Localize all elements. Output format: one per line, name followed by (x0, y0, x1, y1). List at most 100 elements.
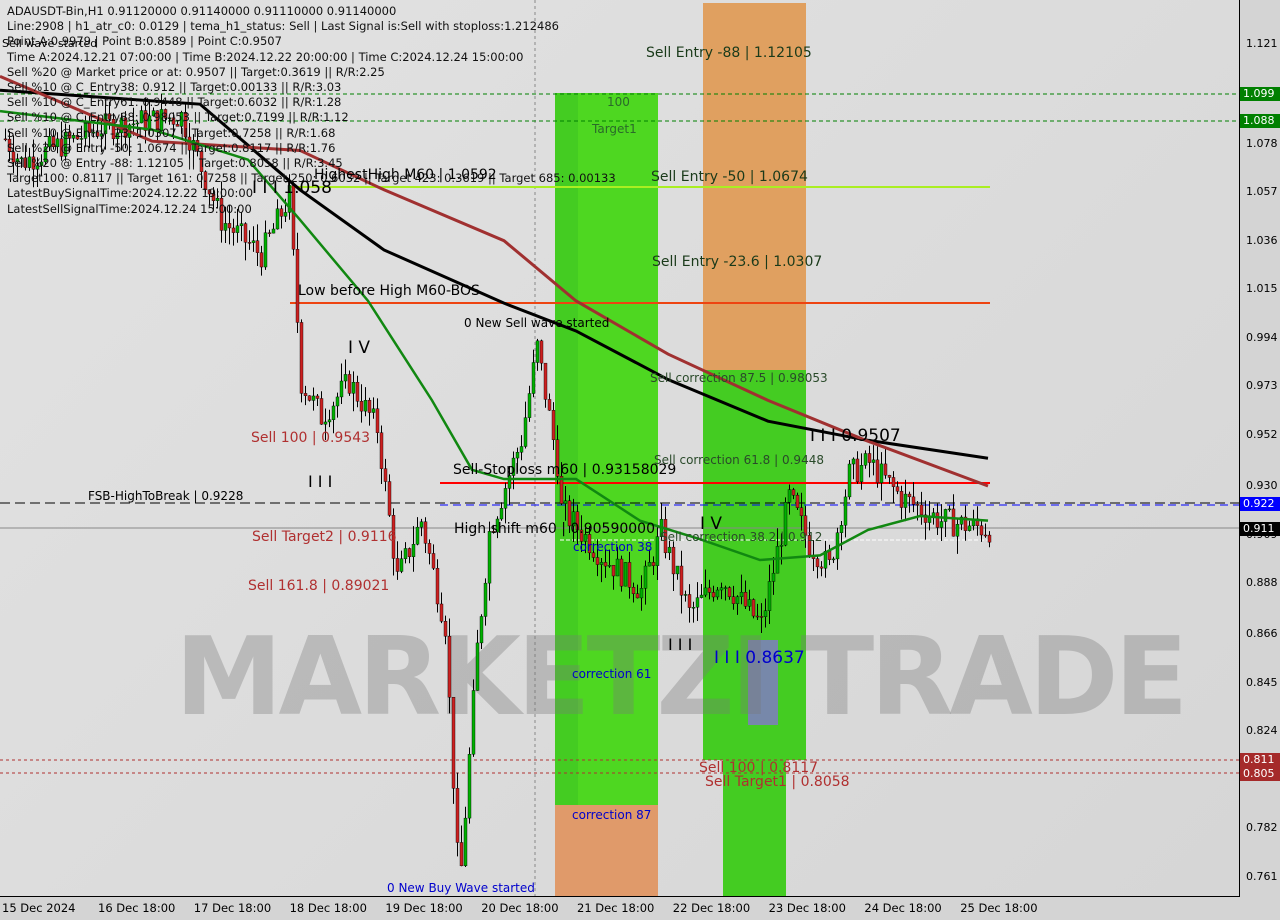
candle-body (547, 399, 552, 411)
candle-body (987, 534, 992, 543)
label-sell-correction-382: Sell correction 38.2 | 0.912 (660, 530, 823, 544)
candle-body (339, 380, 344, 398)
candle-body (851, 458, 856, 465)
candle-body (399, 558, 404, 572)
candle-body (743, 592, 748, 607)
candle-body (303, 393, 308, 396)
candle-body (411, 544, 416, 557)
candle-body (951, 508, 956, 537)
x-tick-label: 19 Dec 18:00 (385, 901, 463, 915)
candle-body (859, 465, 864, 482)
candle-body (691, 606, 696, 609)
candle-body (451, 697, 456, 789)
label-target1: Target1 (592, 122, 637, 136)
label-sell-target2: Sell Target2 | 0.9116 (252, 529, 397, 545)
candle-body (955, 524, 960, 537)
candle-body (915, 504, 920, 506)
time-axis[interactable]: 15 Dec 2024 16 Dec 18:00 17 Dec 18:00 18 De… (0, 897, 1240, 920)
candle-body (471, 690, 476, 755)
candle-body (627, 562, 632, 588)
candle-body (707, 587, 712, 593)
candle-body (439, 603, 444, 622)
chart-plot-area[interactable]: MARKETZI TRADE ADAUSDT-Bin,H1 0.91120000… (0, 0, 1240, 897)
label-new-buy-wave: 0 New Buy Wave started (387, 881, 535, 895)
candle-body (767, 581, 772, 611)
candle-body (643, 565, 648, 589)
candle-body (515, 452, 520, 459)
candle-body (307, 395, 312, 401)
candle-body (607, 565, 612, 567)
label-100: 100 (607, 95, 630, 109)
candle-body (463, 817, 468, 867)
y-tick-label: 1.078 (1246, 136, 1278, 150)
candle-body (595, 557, 600, 565)
label-low-before-high: Low before High M60-BOS (298, 283, 480, 299)
candle-body (891, 477, 896, 487)
candle-body (423, 521, 428, 544)
candle-body (983, 534, 988, 537)
label-sell-entry-88: Sell Entry -88 | 1.12105 (646, 45, 812, 61)
y-tick-label: 0.782 (1246, 821, 1278, 835)
candle-body (599, 562, 604, 565)
candle-body (827, 550, 832, 560)
candle-body (831, 558, 836, 561)
candle-body (883, 463, 888, 476)
x-tick-label: 25 Dec 18:00 (960, 901, 1038, 915)
candle-body (447, 636, 452, 698)
label-fsb: FSB-HighToBreak | 0.9228 (88, 489, 244, 503)
candle-body (967, 525, 972, 531)
candle-body (907, 493, 912, 498)
y-tick-label: 0.994 (1246, 330, 1278, 344)
info-line: Sell %20 @ Market price or at: 0.9507 ||… (7, 64, 385, 79)
candle-body (739, 592, 744, 597)
candle-body (359, 401, 364, 412)
candle-body (263, 232, 268, 268)
info-line: ADAUSDT-Bin,H1 0.91120000 0.91140000 0.9… (7, 4, 397, 18)
x-tick-label: 15 Dec 2024 (2, 901, 76, 915)
candle-body (395, 558, 400, 572)
info-line: Sell %20 @ Entry -50: 1.0674 || Target:0… (7, 140, 336, 155)
label-high-shift: High shift m60 | 0.90590000 (454, 521, 655, 537)
candle-body (935, 512, 940, 528)
candle-body (899, 491, 904, 508)
candle-body (443, 621, 448, 637)
candle-body (239, 223, 244, 226)
candle-body (487, 531, 492, 584)
candle-body (735, 596, 740, 604)
x-tick-label: 21 Dec 18:00 (577, 901, 655, 915)
candle-body (799, 507, 804, 516)
candle-body (731, 596, 736, 604)
candle-body (619, 558, 624, 587)
candle-body (715, 589, 720, 598)
candle-body (283, 212, 288, 217)
info-line: Sell %20 @ Entry -88: 1.12105 || Target:… (7, 156, 343, 170)
candle-body (815, 558, 820, 568)
candle-body (559, 476, 564, 504)
candle-body (251, 240, 256, 243)
candle-body (279, 208, 284, 217)
candle-body (667, 546, 672, 554)
candle-body (843, 496, 848, 526)
price-axis[interactable]: 1.121 1.078 1.057 1.036 1.015 0.994 0.973 0.952… (1240, 0, 1280, 897)
candle-body (435, 568, 440, 605)
candle-body (887, 475, 892, 478)
label-highest-high: HighestHigh M60 | 1.0592 (314, 167, 497, 183)
label-correction-87: correction 87 (572, 808, 652, 822)
candle-body (755, 615, 760, 618)
candle-body (655, 536, 660, 566)
candle-body (227, 223, 232, 229)
candle-body (839, 525, 844, 533)
y-tick-label: 0.952 (1246, 428, 1278, 442)
candle-body (551, 410, 556, 440)
label-sell-entry-23: Sell Entry -23.6 | 1.0307 (652, 254, 823, 270)
candle-body (791, 489, 796, 496)
x-tick-label: 16 Dec 18:00 (98, 901, 176, 915)
info-line: Sell %10 @ C_Entry88: 0.98053 || Target:… (7, 110, 349, 125)
candle-body (371, 408, 376, 413)
label-sell-entry-50: Sell Entry -50 | 1.0674 (651, 169, 808, 185)
candle-body (523, 417, 528, 447)
candle-body (267, 232, 272, 234)
candle-body (611, 565, 616, 577)
candle-body (651, 562, 656, 566)
y-tick-label: 0.888 (1246, 576, 1278, 590)
